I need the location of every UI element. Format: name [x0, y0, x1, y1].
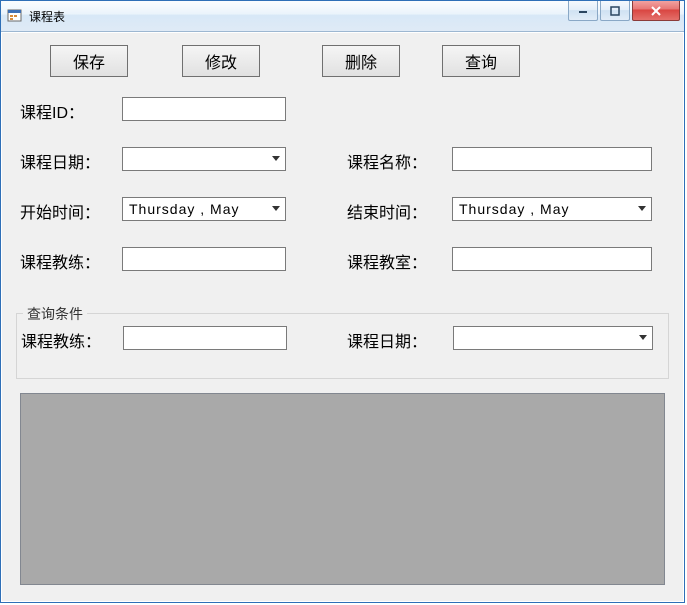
course-name-input[interactable] — [452, 147, 652, 171]
coach-label: 课程教练： — [20, 249, 100, 273]
classroom-input[interactable] — [452, 247, 652, 271]
chevron-down-icon — [267, 198, 285, 220]
start-time-picker[interactable]: Thursday , May — [122, 197, 286, 221]
query-date-label: 课程日期： — [347, 328, 427, 352]
delete-button[interactable]: 删除 — [322, 45, 400, 77]
end-time-picker[interactable]: Thursday , May — [452, 197, 652, 221]
classroom-label: 课程教室： — [347, 249, 427, 273]
query-date-combo[interactable] — [453, 326, 653, 350]
chevron-down-icon — [633, 198, 651, 220]
save-button[interactable]: 保存 — [50, 45, 128, 77]
course-date-label: 课程日期： — [20, 149, 100, 173]
client-area: 保存 修改 删除 查询 课程ID： 课程日期： 课程名称： 开始时间： Thur… — [1, 32, 684, 602]
query-coach-input[interactable] — [123, 326, 287, 350]
query-button[interactable]: 查询 — [442, 45, 520, 77]
start-time-value: Thursday , May — [123, 201, 267, 217]
end-time-value: Thursday , May — [453, 201, 633, 217]
course-date-combo[interactable] — [122, 147, 286, 171]
window-controls — [568, 1, 684, 31]
course-id-label: 课程ID： — [20, 99, 84, 123]
toolbar: 保存 修改 删除 查询 — [2, 45, 683, 81]
query-conditions-group: 查询条件 课程教练： 课程日期： — [16, 313, 669, 379]
end-time-label: 结束时间： — [347, 199, 427, 223]
minimize-button[interactable] — [568, 1, 598, 21]
coach-input[interactable] — [122, 247, 286, 271]
data-grid[interactable] — [20, 393, 665, 585]
maximize-button[interactable] — [600, 1, 630, 21]
title-bar: 课程表 — [1, 1, 684, 32]
window-title: 课程表 — [29, 8, 65, 25]
course-name-label: 课程名称： — [347, 149, 427, 173]
course-id-input[interactable] — [122, 97, 286, 121]
chevron-down-icon — [634, 327, 652, 349]
close-button[interactable] — [632, 1, 680, 21]
chevron-down-icon — [267, 148, 285, 170]
app-window: 课程表 保存 修改 删除 查询 课程ID： — [0, 0, 685, 603]
start-time-label: 开始时间： — [20, 199, 100, 223]
titlebar-left: 课程表 — [7, 8, 65, 25]
query-conditions-legend: 查询条件 — [23, 304, 87, 324]
query-coach-label: 课程教练： — [21, 328, 101, 352]
app-icon — [7, 8, 23, 24]
edit-button[interactable]: 修改 — [182, 45, 260, 77]
